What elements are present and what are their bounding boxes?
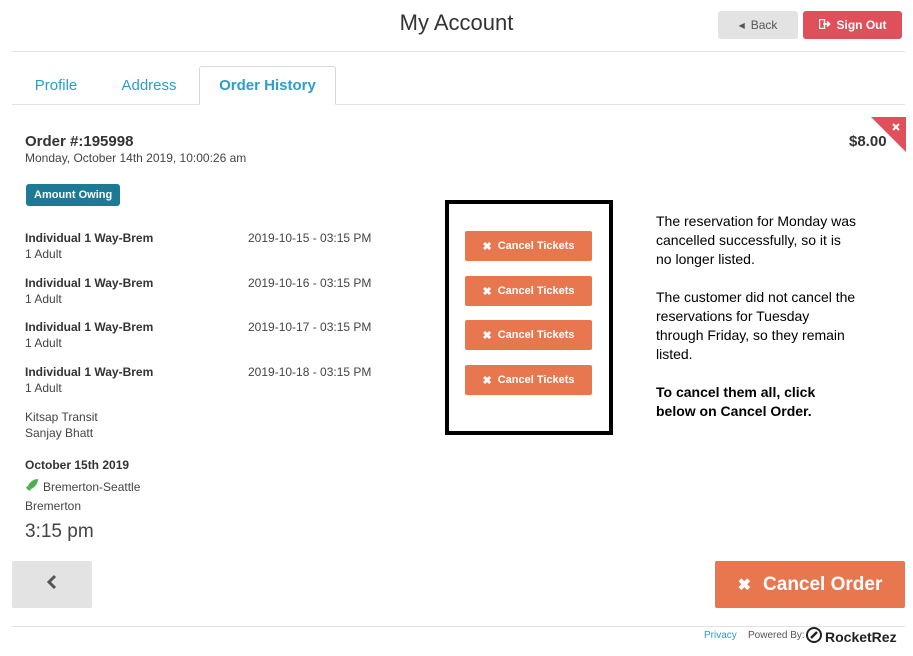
cancel-tickets-label: Cancel Tickets: [497, 374, 575, 386]
item-qty: 1 Adult: [25, 247, 62, 261]
chevron-left-icon: [46, 574, 58, 595]
cancel-tickets-label: Cancel Tickets: [497, 240, 575, 252]
item-datetime: 2019-10-15 - 03:15 PM: [248, 231, 372, 245]
cancel-order-label: Cancel Order: [763, 573, 883, 595]
status-badge: Amount Owing: [26, 184, 121, 206]
brand-name: RocketRez: [825, 628, 897, 645]
sign-out-icon: [818, 18, 831, 32]
cancel-order-button[interactable]: ✖ Cancel Order: [715, 561, 905, 608]
close-icon: ✖: [482, 374, 492, 387]
rocket-icon: [25, 478, 39, 495]
item-name: Individual 1 Way-Brem: [25, 365, 154, 379]
item-qty: 1 Adult: [25, 336, 62, 350]
close-icon: ✖: [482, 240, 492, 253]
cancel-tickets-button[interactable]: ✖ Cancel Tickets: [465, 231, 592, 261]
trip-route: Bremerton-Seattle: [25, 478, 140, 495]
annotation-note: The reservation for Monday was cancelled…: [656, 212, 856, 440]
route-label: Bremerton-Seattle: [43, 479, 141, 494]
brand-logo: RocketRez: [806, 627, 897, 646]
back-label: Back: [750, 18, 778, 32]
privacy-link[interactable]: Privacy: [704, 630, 737, 641]
footer-divider: [12, 626, 905, 627]
close-icon: ✖: [482, 329, 492, 342]
trip-time: 3:15 pm: [25, 521, 94, 542]
cancel-tickets-label: Cancel Tickets: [497, 329, 575, 341]
customer-name: Sanjay Bhatt: [25, 426, 94, 440]
item-name: Individual 1 Way-Brem: [25, 276, 154, 290]
cancel-tickets-button[interactable]: ✖ Cancel Tickets: [465, 365, 592, 395]
trip-date: October 15th 2019: [25, 458, 130, 472]
note-paragraph: The reservation for Monday was cancelled…: [656, 213, 856, 267]
back-button[interactable]: ◀ Back: [718, 11, 798, 39]
item-name: Individual 1 Way-Brem: [25, 231, 154, 245]
previous-button[interactable]: [12, 561, 92, 608]
item-qty: 1 Adult: [25, 292, 62, 306]
cancel-tickets-label: Cancel Tickets: [497, 285, 575, 297]
order-number: Order #:195998: [25, 133, 134, 150]
cancel-tickets-button[interactable]: ✖ Cancel Tickets: [465, 320, 592, 350]
item-name: Individual 1 Way-Brem: [25, 320, 154, 334]
sign-out-button[interactable]: Sign Out: [803, 11, 902, 39]
order-date: Monday, October 14th 2019, 10:00:26 am: [25, 151, 247, 165]
note-instruction: To cancel them all, click below on Cance…: [656, 384, 816, 419]
tabs-divider: [12, 104, 905, 105]
cancel-tickets-button[interactable]: ✖ Cancel Tickets: [465, 276, 592, 306]
caret-left-icon: ◀: [738, 20, 745, 30]
remove-order-corner[interactable]: [871, 117, 906, 152]
item-datetime: 2019-10-17 - 03:15 PM: [248, 320, 372, 334]
close-icon: ✖: [737, 576, 752, 594]
item-datetime: 2019-10-18 - 03:15 PM: [248, 365, 372, 379]
rocketrez-logo-icon: [806, 627, 822, 646]
close-icon: ✖: [482, 285, 492, 298]
note-paragraph: The customer did not cancel the reservat…: [656, 289, 856, 362]
tab-profile[interactable]: Profile: [12, 66, 100, 105]
tab-address[interactable]: Address: [104, 66, 194, 105]
powered-by-label: Powered By:: [748, 630, 805, 641]
item-datetime: 2019-10-16 - 03:15 PM: [248, 276, 372, 290]
operator-name: Kitsap Transit: [25, 410, 98, 424]
sign-out-label: Sign Out: [836, 18, 887, 32]
header-divider: [12, 51, 905, 52]
item-qty: 1 Adult: [25, 381, 62, 395]
trip-origin: Bremerton: [25, 499, 82, 513]
tab-order-history[interactable]: Order History: [199, 66, 336, 105]
